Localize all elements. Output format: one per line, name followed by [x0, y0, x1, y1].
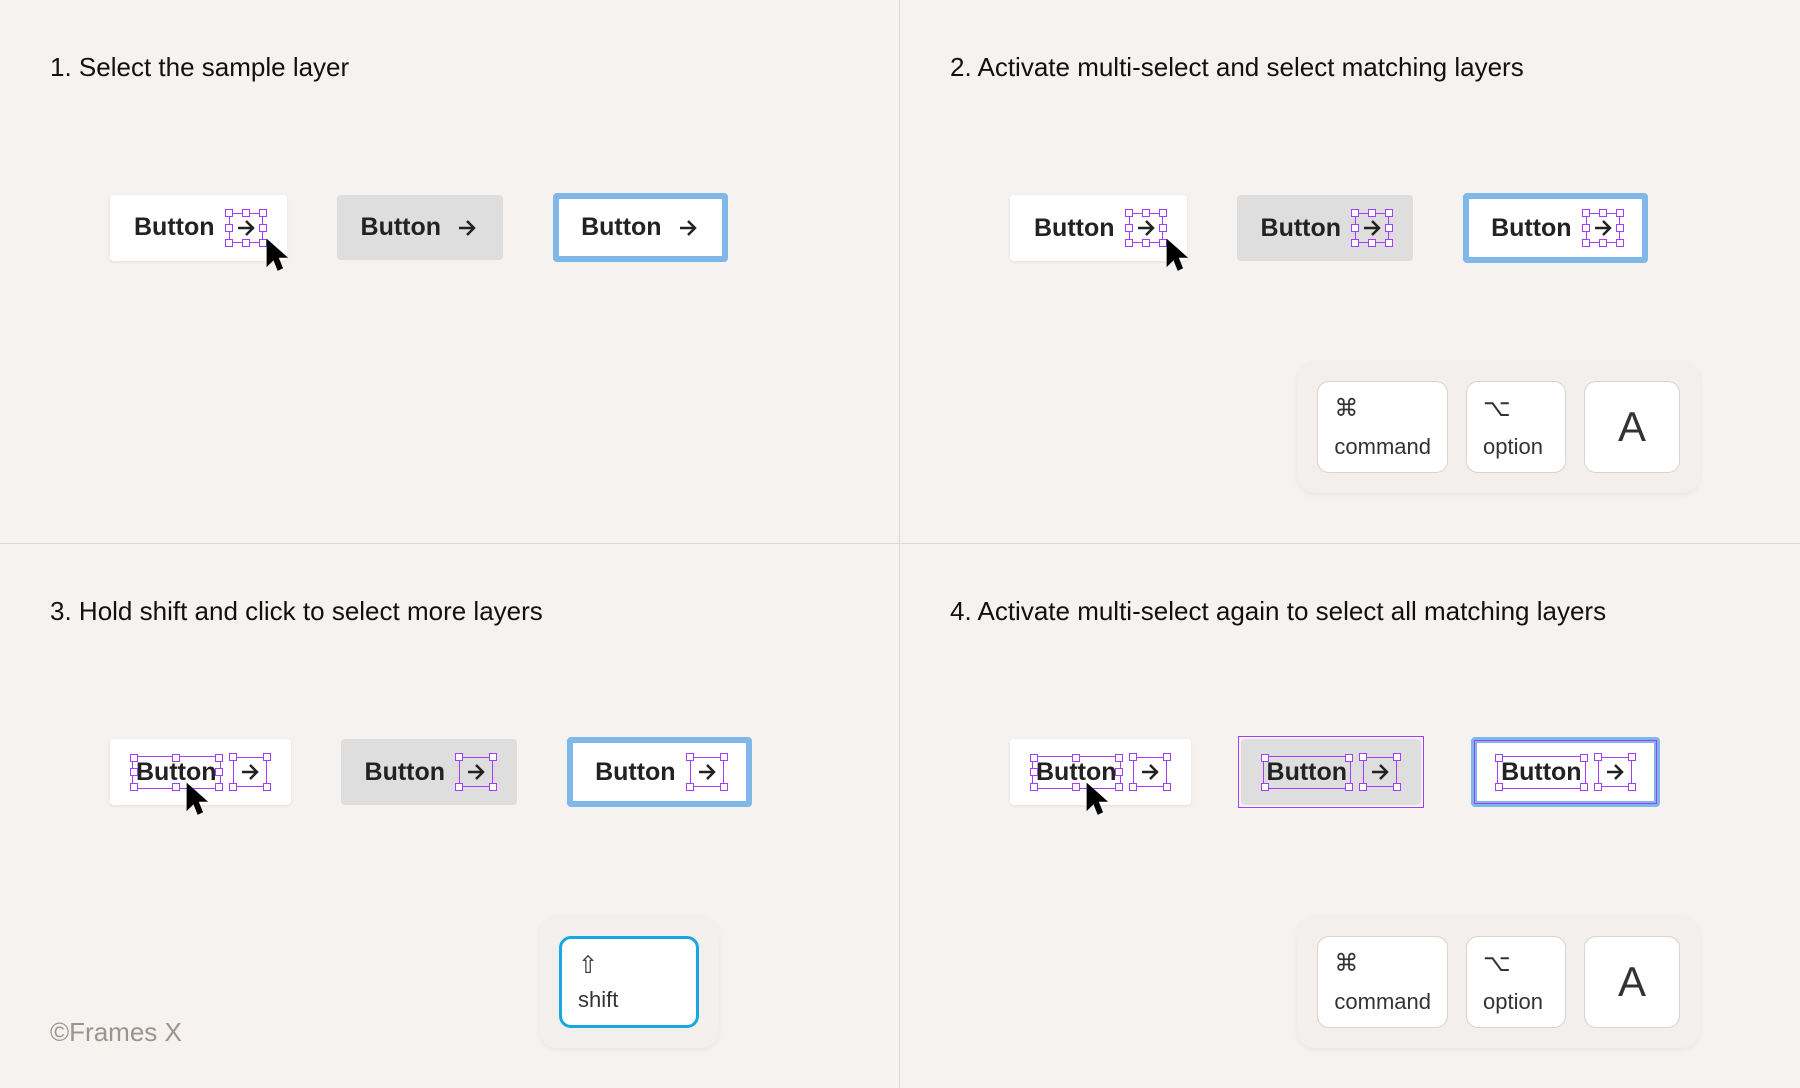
key-label: shift: [578, 987, 680, 1013]
step-4-buttons: Button Button: [950, 737, 1750, 807]
key-command[interactable]: ⌘ command: [1317, 936, 1448, 1028]
sample-button-outline[interactable]: Button: [1471, 737, 1660, 807]
step-2-title: 2. Activate multi-select and select matc…: [950, 52, 1750, 83]
sample-button-white[interactable]: Button: [1010, 195, 1187, 261]
button-label-selected: Button: [1265, 758, 1350, 787]
arrow-icon-selected: [229, 213, 263, 243]
option-icon: ⌥: [1483, 949, 1549, 978]
key-label: A: [1618, 958, 1646, 1006]
step-1-buttons: Button Button Button: [50, 193, 849, 262]
sample-button-outline[interactable]: Button: [553, 193, 728, 262]
sample-button-grey[interactable]: Button: [337, 195, 504, 260]
shift-icon: ⇧: [578, 951, 680, 980]
sample-button-outline[interactable]: Button: [1463, 193, 1648, 263]
button-label-selected: Button: [1499, 758, 1584, 787]
arrow-icon-selected: [1586, 213, 1620, 243]
step-2-buttons: Button Button Button: [950, 193, 1750, 263]
button-label: Button: [1491, 214, 1572, 243]
sample-button-white[interactable]: Button: [1010, 739, 1191, 805]
cursor-icon: [1165, 237, 1191, 273]
shortcut-tray: ⌘ command ⌥ option A: [1297, 361, 1700, 493]
step-4-panel: 4. Activate multi-select again to select…: [900, 544, 1800, 1088]
key-label: command: [1334, 434, 1431, 460]
step-3-buttons: Button Button Bu: [50, 737, 849, 807]
button-label: Button: [134, 213, 215, 242]
key-label: A: [1618, 403, 1646, 451]
key-letter-a[interactable]: A: [1584, 381, 1680, 473]
arrow-icon-selected: [459, 757, 493, 787]
key-label: command: [1334, 989, 1431, 1015]
step-3-panel: 3. Hold shift and click to select more l…: [0, 544, 900, 1088]
key-shift[interactable]: ⇧ shift: [559, 936, 699, 1028]
step-1-title: 1. Select the sample layer: [50, 52, 849, 83]
sample-button-white[interactable]: Button: [110, 195, 287, 261]
key-letter-a[interactable]: A: [1584, 936, 1680, 1028]
arrow-icon-selected: [690, 757, 724, 787]
arrow-icon-selected: [233, 757, 267, 787]
shortcut-tray: ⇧ shift: [539, 916, 719, 1048]
sample-button-grey[interactable]: Button: [341, 739, 518, 805]
arrow-icon-selected: [1598, 757, 1632, 787]
sample-button-grey[interactable]: Button: [1237, 195, 1414, 261]
button-label: Button: [1034, 214, 1115, 243]
step-4-title: 4. Activate multi-select again to select…: [950, 596, 1750, 627]
option-icon: ⌥: [1483, 394, 1549, 423]
arrow-icon-selected: [1133, 757, 1167, 787]
key-label: option: [1483, 989, 1549, 1015]
cursor-icon: [185, 781, 211, 817]
cursor-icon: [265, 237, 291, 273]
arrow-icon-selected: [1363, 757, 1397, 787]
button-label: Button: [361, 213, 442, 242]
watermark: ©Frames X: [50, 1017, 182, 1048]
cursor-icon: [1085, 781, 1111, 817]
arrow-icon: [676, 216, 700, 240]
step-2-panel: 2. Activate multi-select and select matc…: [900, 0, 1800, 544]
arrow-icon: [455, 216, 479, 240]
button-label: Button: [595, 758, 676, 787]
arrow-icon-selected: [1355, 213, 1389, 243]
command-icon: ⌘: [1334, 394, 1431, 423]
key-option[interactable]: ⌥ option: [1466, 381, 1566, 473]
button-label: Button: [581, 213, 662, 242]
button-label: Button: [365, 758, 446, 787]
sample-button-outline[interactable]: Button: [567, 737, 752, 807]
sample-button-grey[interactable]: Button: [1241, 739, 1422, 805]
step-3-title: 3. Hold shift and click to select more l…: [50, 596, 849, 627]
key-label: option: [1483, 434, 1549, 460]
button-label: Button: [1261, 214, 1342, 243]
key-option[interactable]: ⌥ option: [1466, 936, 1566, 1028]
shortcut-tray: ⌘ command ⌥ option A: [1297, 916, 1700, 1048]
step-1-panel: 1. Select the sample layer Button Button…: [0, 0, 900, 544]
sample-button-white[interactable]: Button: [110, 739, 291, 805]
arrow-icon-selected: [1129, 213, 1163, 243]
key-command[interactable]: ⌘ command: [1317, 381, 1448, 473]
command-icon: ⌘: [1334, 949, 1431, 978]
